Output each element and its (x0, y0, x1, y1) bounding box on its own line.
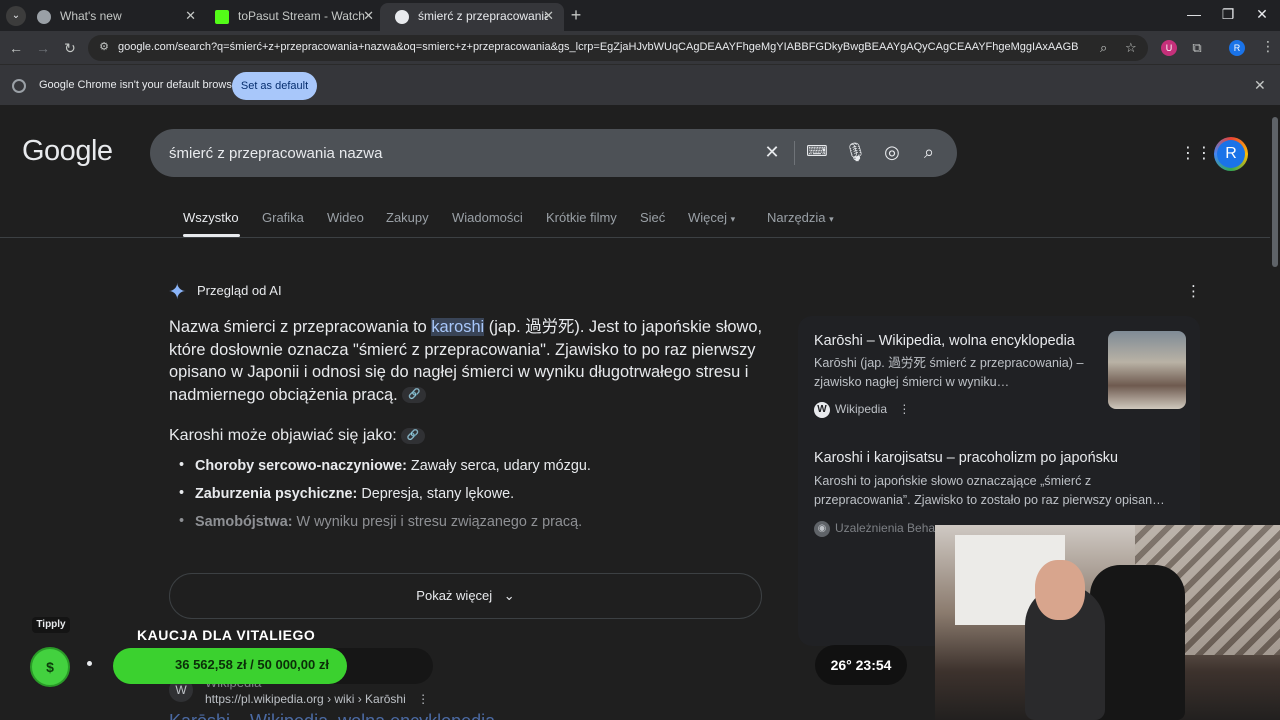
webcam-head (1035, 560, 1085, 620)
show-more-button[interactable]: Pokaż więcej ⌄ (169, 573, 762, 619)
infobar-message: Google Chrome isn't your default browser (39, 79, 242, 91)
search-box[interactable]: śmierć z przepracowania nazwa ✕ ⌨ 🎙 ◎ ⌕ (150, 129, 957, 177)
chevron-down-icon: ▾ (730, 214, 736, 224)
ai-overview-text: Nazwa śmierci z przepracowania to karosh… (169, 318, 763, 404)
highlighted-term[interactable]: karoshi (431, 318, 485, 336)
account-avatar[interactable]: R (1214, 137, 1248, 171)
source-site[interactable]: W Wikipedia ⋮ (814, 402, 910, 418)
keyboard-icon[interactable]: ⌨ (806, 142, 828, 160)
google-lens-icon[interactable]: ◎ (881, 142, 903, 163)
zoom-icon[interactable]: ⌕ (1100, 40, 1107, 56)
extensions-puzzle-icon[interactable]: ⧉ (1189, 40, 1205, 56)
chrome-icon (37, 10, 51, 24)
search-icon[interactable]: ⌕ (918, 142, 940, 163)
tab-wszystko[interactable]: Wszystko (183, 210, 239, 225)
chevron-down-icon: ▾ (829, 214, 834, 224)
webcam-overlay (935, 525, 1280, 720)
tab-grafika[interactable]: Grafika (262, 210, 304, 225)
back-arrow-icon[interactable]: ← (6, 38, 26, 58)
tipply-badge: Tipply (32, 617, 70, 633)
source-thumbnail[interactable] (1108, 331, 1186, 409)
tab-narzedzia[interactable]: Narzędzia ▾ (767, 210, 834, 225)
close-tab-icon[interactable]: ✕ (543, 3, 554, 29)
tab-wiadomosci[interactable]: Wiadomości (452, 210, 523, 225)
microphone-icon[interactable]: 🎙 (844, 142, 867, 163)
active-tab-underline (183, 234, 240, 237)
source-snippet: Karōshi (jap. 過労死 śmierć z przepracowani… (814, 356, 1084, 389)
search-divider (794, 141, 795, 165)
source-site[interactable]: ◉ Uzależnienia Behaw... (814, 521, 953, 537)
donation-goal-title: KAUCJA DLA VITALIEGO (137, 627, 316, 643)
tab-whats-new[interactable]: What's new ✕ (22, 3, 206, 31)
result-menu-icon[interactable]: ⋮ (417, 692, 429, 706)
list-item: Samobójstwa: W wyniku presji i stresu zw… (179, 513, 759, 542)
browser-toolbar: ← → ↻ ⚙ google.com/search?q=śmierć+z+prz… (0, 31, 1280, 64)
reload-icon[interactable]: ↻ (60, 38, 80, 58)
ai-overview-list: Choroby sercowo-naczyniowe: Zawały serca… (179, 457, 759, 542)
source-title[interactable]: Karoshi i karojisatsu – pracoholizm po j… (814, 450, 1118, 466)
search-tabs: Wszystko Grafika Wideo Zakupy Wiadomości… (0, 210, 1270, 238)
new-tab-plus-icon[interactable]: + (566, 5, 586, 25)
tab-google-search[interactable]: śmierć z przepracowania nazwa ✕ (380, 3, 564, 31)
minimize-icon[interactable]: — (1184, 6, 1204, 22)
extension-ublock-icon[interactable]: U (1161, 40, 1177, 56)
google-logo[interactable]: Google (22, 135, 113, 168)
clear-search-icon[interactable]: ✕ (761, 142, 783, 163)
result-url[interactable]: https://pl.wikipedia.org › wiki › Karōsh… (205, 692, 429, 706)
chrome-icon (12, 79, 26, 93)
list-item: Choroby sercowo-naczyniowe: Zawały serca… (179, 457, 759, 486)
site-info-icon[interactable]: ⚙ (96, 40, 112, 56)
tab-kick-stream[interactable]: toPasut Stream - Watch Live on ✕ (200, 3, 384, 31)
ai-sparkle-icon: ✦ (168, 279, 187, 304)
source-title[interactable]: Karōshi – Wikipedia, wolna encyklopedia (814, 333, 1075, 349)
kick-icon (215, 10, 229, 24)
chevron-down-icon: ⌄ (503, 588, 515, 603)
tab-krotkie-filmy[interactable]: Krótkie filmy (546, 210, 617, 225)
donation-goal-amount: 36 562,58 zł / 50 000,00 zł (175, 657, 329, 672)
source-link-icon[interactable]: 🔗 (402, 387, 427, 404)
browser-menu-icon[interactable]: ⋮ (1261, 38, 1275, 55)
source-menu-icon[interactable]: ⋮ (898, 402, 910, 416)
profile-avatar[interactable]: R (1229, 40, 1245, 56)
close-tab-icon[interactable]: ✕ (185, 3, 196, 29)
window-close-icon[interactable]: ✕ (1252, 6, 1272, 23)
weather-clock: 26° 23:54 (815, 645, 907, 685)
tab-zakupy[interactable]: Zakupy (386, 210, 429, 225)
tab-strip: ⌄ What's new ✕ toPasut Stream - Watch Li… (0, 0, 1280, 31)
default-browser-infobar: Google Chrome isn't your default browser… (0, 64, 1280, 105)
search-input[interactable]: śmierć z przepracowania nazwa (169, 145, 382, 162)
tab-wiecej[interactable]: Więcej ▾ (688, 210, 735, 225)
source-link-icon[interactable]: 🔗 (401, 427, 426, 444)
close-tab-icon[interactable]: ✕ (363, 3, 374, 29)
money-icon: $ (30, 647, 70, 687)
result-title-link[interactable]: Karōshi – Wikipedia, wolna encyklopedia (169, 711, 495, 720)
bookmark-star-icon[interactable]: ☆ (1125, 40, 1137, 56)
tab-siec[interactable]: Sieć (640, 210, 665, 225)
address-url[interactable]: google.com/search?q=śmierć+z+przepracowa… (118, 41, 1078, 53)
ai-overview-menu-icon[interactable]: ⋮ (1186, 282, 1201, 300)
tab-wideo[interactable]: Wideo (327, 210, 364, 225)
globe-icon: ◉ (814, 521, 830, 537)
scrollbar-thumb[interactable] (1272, 117, 1278, 267)
restore-icon[interactable]: ❐ (1218, 6, 1238, 23)
ai-overview-subheading: Karoshi może objawiać się jako: 🔗 (169, 427, 426, 445)
infobar-close-icon[interactable]: ✕ (1254, 77, 1266, 94)
set-as-default-button[interactable]: Set as default (232, 72, 317, 100)
address-bar[interactable]: ⚙ google.com/search?q=śmierć+z+przepraco… (88, 35, 1148, 61)
google-icon (395, 10, 409, 24)
goal-dot (87, 661, 92, 666)
source-snippet: Karoshi to japońskie słowo oznaczające „… (814, 474, 1165, 507)
forward-arrow-icon[interactable]: → (33, 38, 53, 58)
list-item: Zaburzenia psychiczne: Depresja, stany l… (179, 485, 759, 514)
wikipedia-icon: W (814, 402, 830, 418)
ai-overview-label: Przegląd od AI (197, 283, 282, 298)
account-avatar-letter: R (1217, 140, 1245, 168)
